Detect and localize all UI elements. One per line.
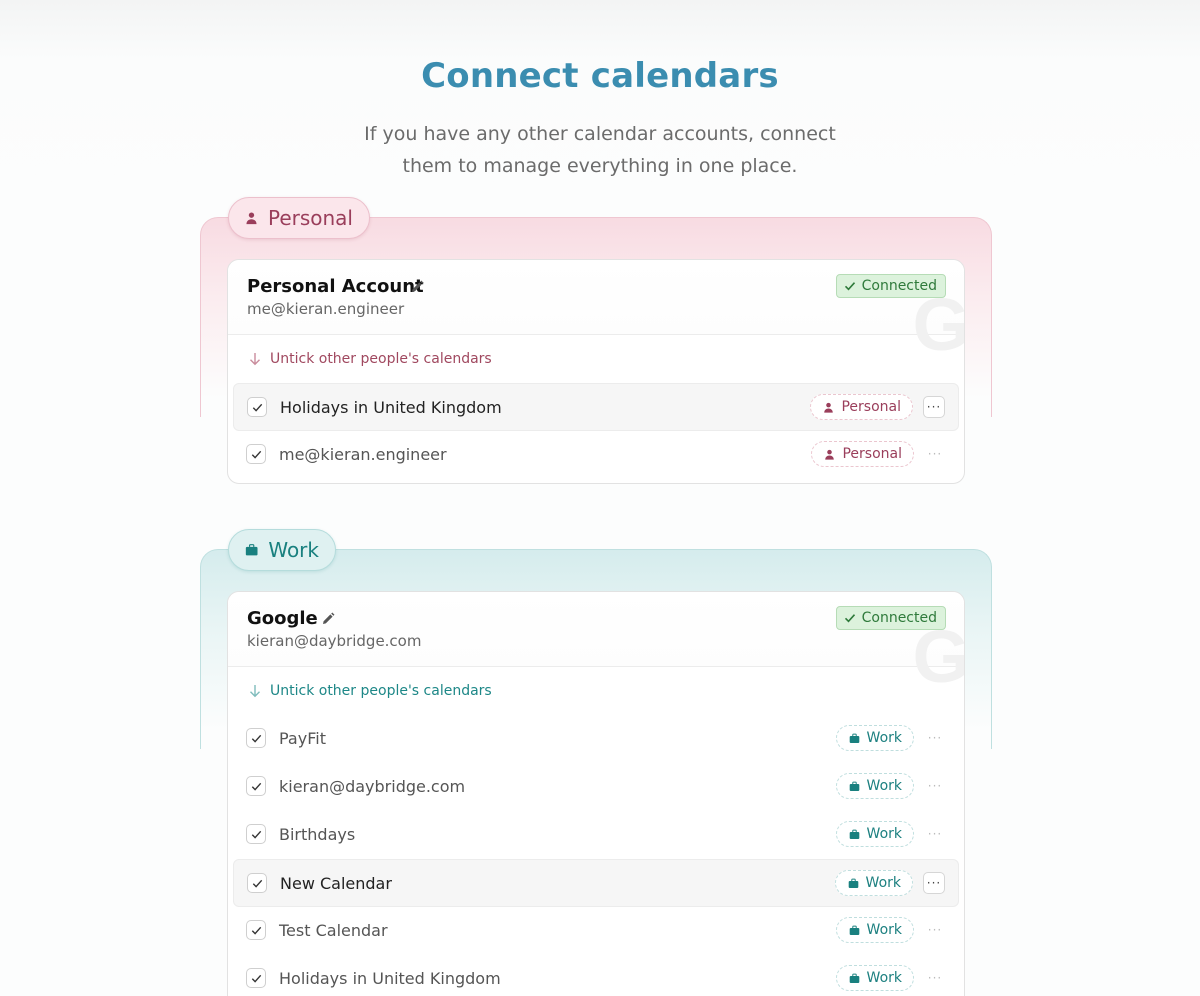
more-options-button[interactable]: ··· xyxy=(924,775,946,797)
calendar-name: me@kieran.engineer xyxy=(279,445,447,464)
calendar-row[interactable]: Holidays in United Kingdom Personal ··· xyxy=(233,383,959,431)
subtitle-line-1: If you have any other calendar accounts,… xyxy=(364,123,836,145)
calendar-checkbox[interactable] xyxy=(246,444,266,464)
calendar-group-pill-label: Work xyxy=(866,826,902,842)
account-email: kieran@daybridge.com xyxy=(247,632,422,650)
calendar-row[interactable]: PayFit Work ··· xyxy=(233,715,959,763)
untick-others-label: Untick other people's calendars xyxy=(270,683,492,699)
check-icon xyxy=(252,879,262,888)
calendar-checkbox[interactable] xyxy=(246,920,266,940)
check-icon xyxy=(251,974,261,983)
check-icon xyxy=(251,450,261,459)
calendar-group-pill[interactable]: Work xyxy=(835,725,914,751)
more-options-button[interactable]: ··· xyxy=(924,443,946,465)
calendar-group-pill-label: Work xyxy=(866,778,902,794)
arrow-down-icon xyxy=(250,353,260,366)
pencil-icon[interactable] xyxy=(410,280,424,294)
calendar-name: New Calendar xyxy=(280,874,392,893)
calendar-checkbox[interactable] xyxy=(246,728,266,748)
calendar-group-pill-label: Personal xyxy=(841,399,901,415)
calendar-checkbox[interactable] xyxy=(247,873,267,893)
account-header: Personal Account me@kieran.engineer G Co… xyxy=(228,260,964,362)
calendar-row[interactable]: New Calendar Work ··· xyxy=(233,859,959,907)
account-name: Google xyxy=(247,608,318,629)
more-options-button[interactable]: ··· xyxy=(924,727,946,749)
briefcase-icon xyxy=(849,733,859,743)
calendar-row[interactable]: me@kieran.engineer Personal ··· xyxy=(233,431,959,479)
calendar-group-pill[interactable]: Work xyxy=(835,965,914,991)
connected-badge-label: Connected xyxy=(861,610,937,626)
person-icon xyxy=(246,212,257,225)
calendar-group-pill[interactable]: Work xyxy=(835,821,914,847)
calendar-group-pill-label: Personal xyxy=(842,446,902,462)
briefcase-icon xyxy=(849,925,859,935)
account-header: Google kieran@daybridge.com G Connected xyxy=(228,592,964,694)
calendar-checkbox[interactable] xyxy=(246,776,266,796)
untick-others-link[interactable]: Untick other people's calendars xyxy=(228,335,964,383)
connected-badge-label: Connected xyxy=(861,278,937,294)
calendar-name: PayFit xyxy=(279,729,326,748)
more-options-button[interactable]: ··· xyxy=(923,396,945,418)
calendar-group-pill[interactable]: Personal xyxy=(810,394,913,420)
person-icon xyxy=(825,449,835,460)
briefcase-icon xyxy=(245,544,258,556)
pencil-icon[interactable] xyxy=(321,612,335,626)
work-account-card: Google kieran@daybridge.com G Connected … xyxy=(227,591,965,996)
check-icon xyxy=(252,403,262,412)
calendar-row[interactable]: Birthdays Work ··· xyxy=(233,811,959,859)
personal-group-tag: Personal xyxy=(228,197,370,239)
personal-group-label: Personal xyxy=(267,206,353,230)
calendar-group-pill[interactable]: Personal xyxy=(811,441,914,467)
briefcase-icon xyxy=(849,829,859,839)
check-icon xyxy=(251,926,261,935)
calendar-group-pill[interactable]: Work xyxy=(835,773,914,799)
briefcase-icon xyxy=(849,973,859,983)
calendar-row[interactable]: kieran@daybridge.com Work ··· xyxy=(233,763,959,811)
calendar-name: kieran@daybridge.com xyxy=(279,777,466,796)
briefcase-icon xyxy=(849,781,859,791)
page-title: Connect calendars xyxy=(421,56,779,96)
more-options-button[interactable]: ··· xyxy=(924,919,946,941)
check-icon xyxy=(844,614,855,623)
calendar-name: Holidays in United Kingdom xyxy=(279,969,501,988)
calendar-name: Birthdays xyxy=(279,825,356,844)
calendar-name: Test Calendar xyxy=(279,921,388,940)
untick-others-link[interactable]: Untick other people's calendars xyxy=(228,667,964,715)
check-icon xyxy=(251,734,261,743)
calendar-group-pill[interactable]: Work xyxy=(835,917,914,943)
work-group-label: Work xyxy=(268,538,319,562)
calendar-name: Holidays in United Kingdom xyxy=(280,398,502,417)
calendar-group-pill-label: Work xyxy=(866,922,902,938)
check-icon xyxy=(251,830,261,839)
more-options-button[interactable]: ··· xyxy=(923,872,945,894)
calendar-group-pill-label: Work xyxy=(866,970,902,986)
subtitle-line-2: them to manage everything in one place. xyxy=(402,155,798,177)
calendar-checkbox[interactable] xyxy=(247,397,267,417)
calendar-row[interactable]: Test Calendar Work ··· xyxy=(233,907,959,955)
calendar-group-pill-label: Work xyxy=(866,730,902,746)
untick-others-label: Untick other people's calendars xyxy=(270,351,492,367)
connected-badge: Connected xyxy=(835,606,946,630)
person-icon xyxy=(824,402,834,413)
personal-account-card: Personal Account me@kieran.engineer G Co… xyxy=(227,259,965,484)
calendar-checkbox[interactable] xyxy=(246,968,266,988)
account-name: Personal Account xyxy=(247,276,424,297)
account-email: me@kieran.engineer xyxy=(247,300,405,318)
calendar-group-pill[interactable]: Work xyxy=(834,870,913,896)
briefcase-icon xyxy=(848,878,858,888)
page-subtitle: If you have any other calendar accounts,… xyxy=(0,118,1200,182)
more-options-button[interactable]: ··· xyxy=(924,967,946,989)
calendar-row[interactable]: Holidays in United Kingdom Work ··· xyxy=(233,955,959,996)
calendar-group-pill-label: Work xyxy=(865,875,901,891)
work-group-tag: Work xyxy=(228,529,336,571)
arrow-down-icon xyxy=(250,685,260,698)
check-icon xyxy=(844,282,855,291)
connected-badge: Connected xyxy=(835,274,946,298)
check-icon xyxy=(251,782,261,791)
calendar-checkbox[interactable] xyxy=(246,824,266,844)
more-options-button[interactable]: ··· xyxy=(924,823,946,845)
